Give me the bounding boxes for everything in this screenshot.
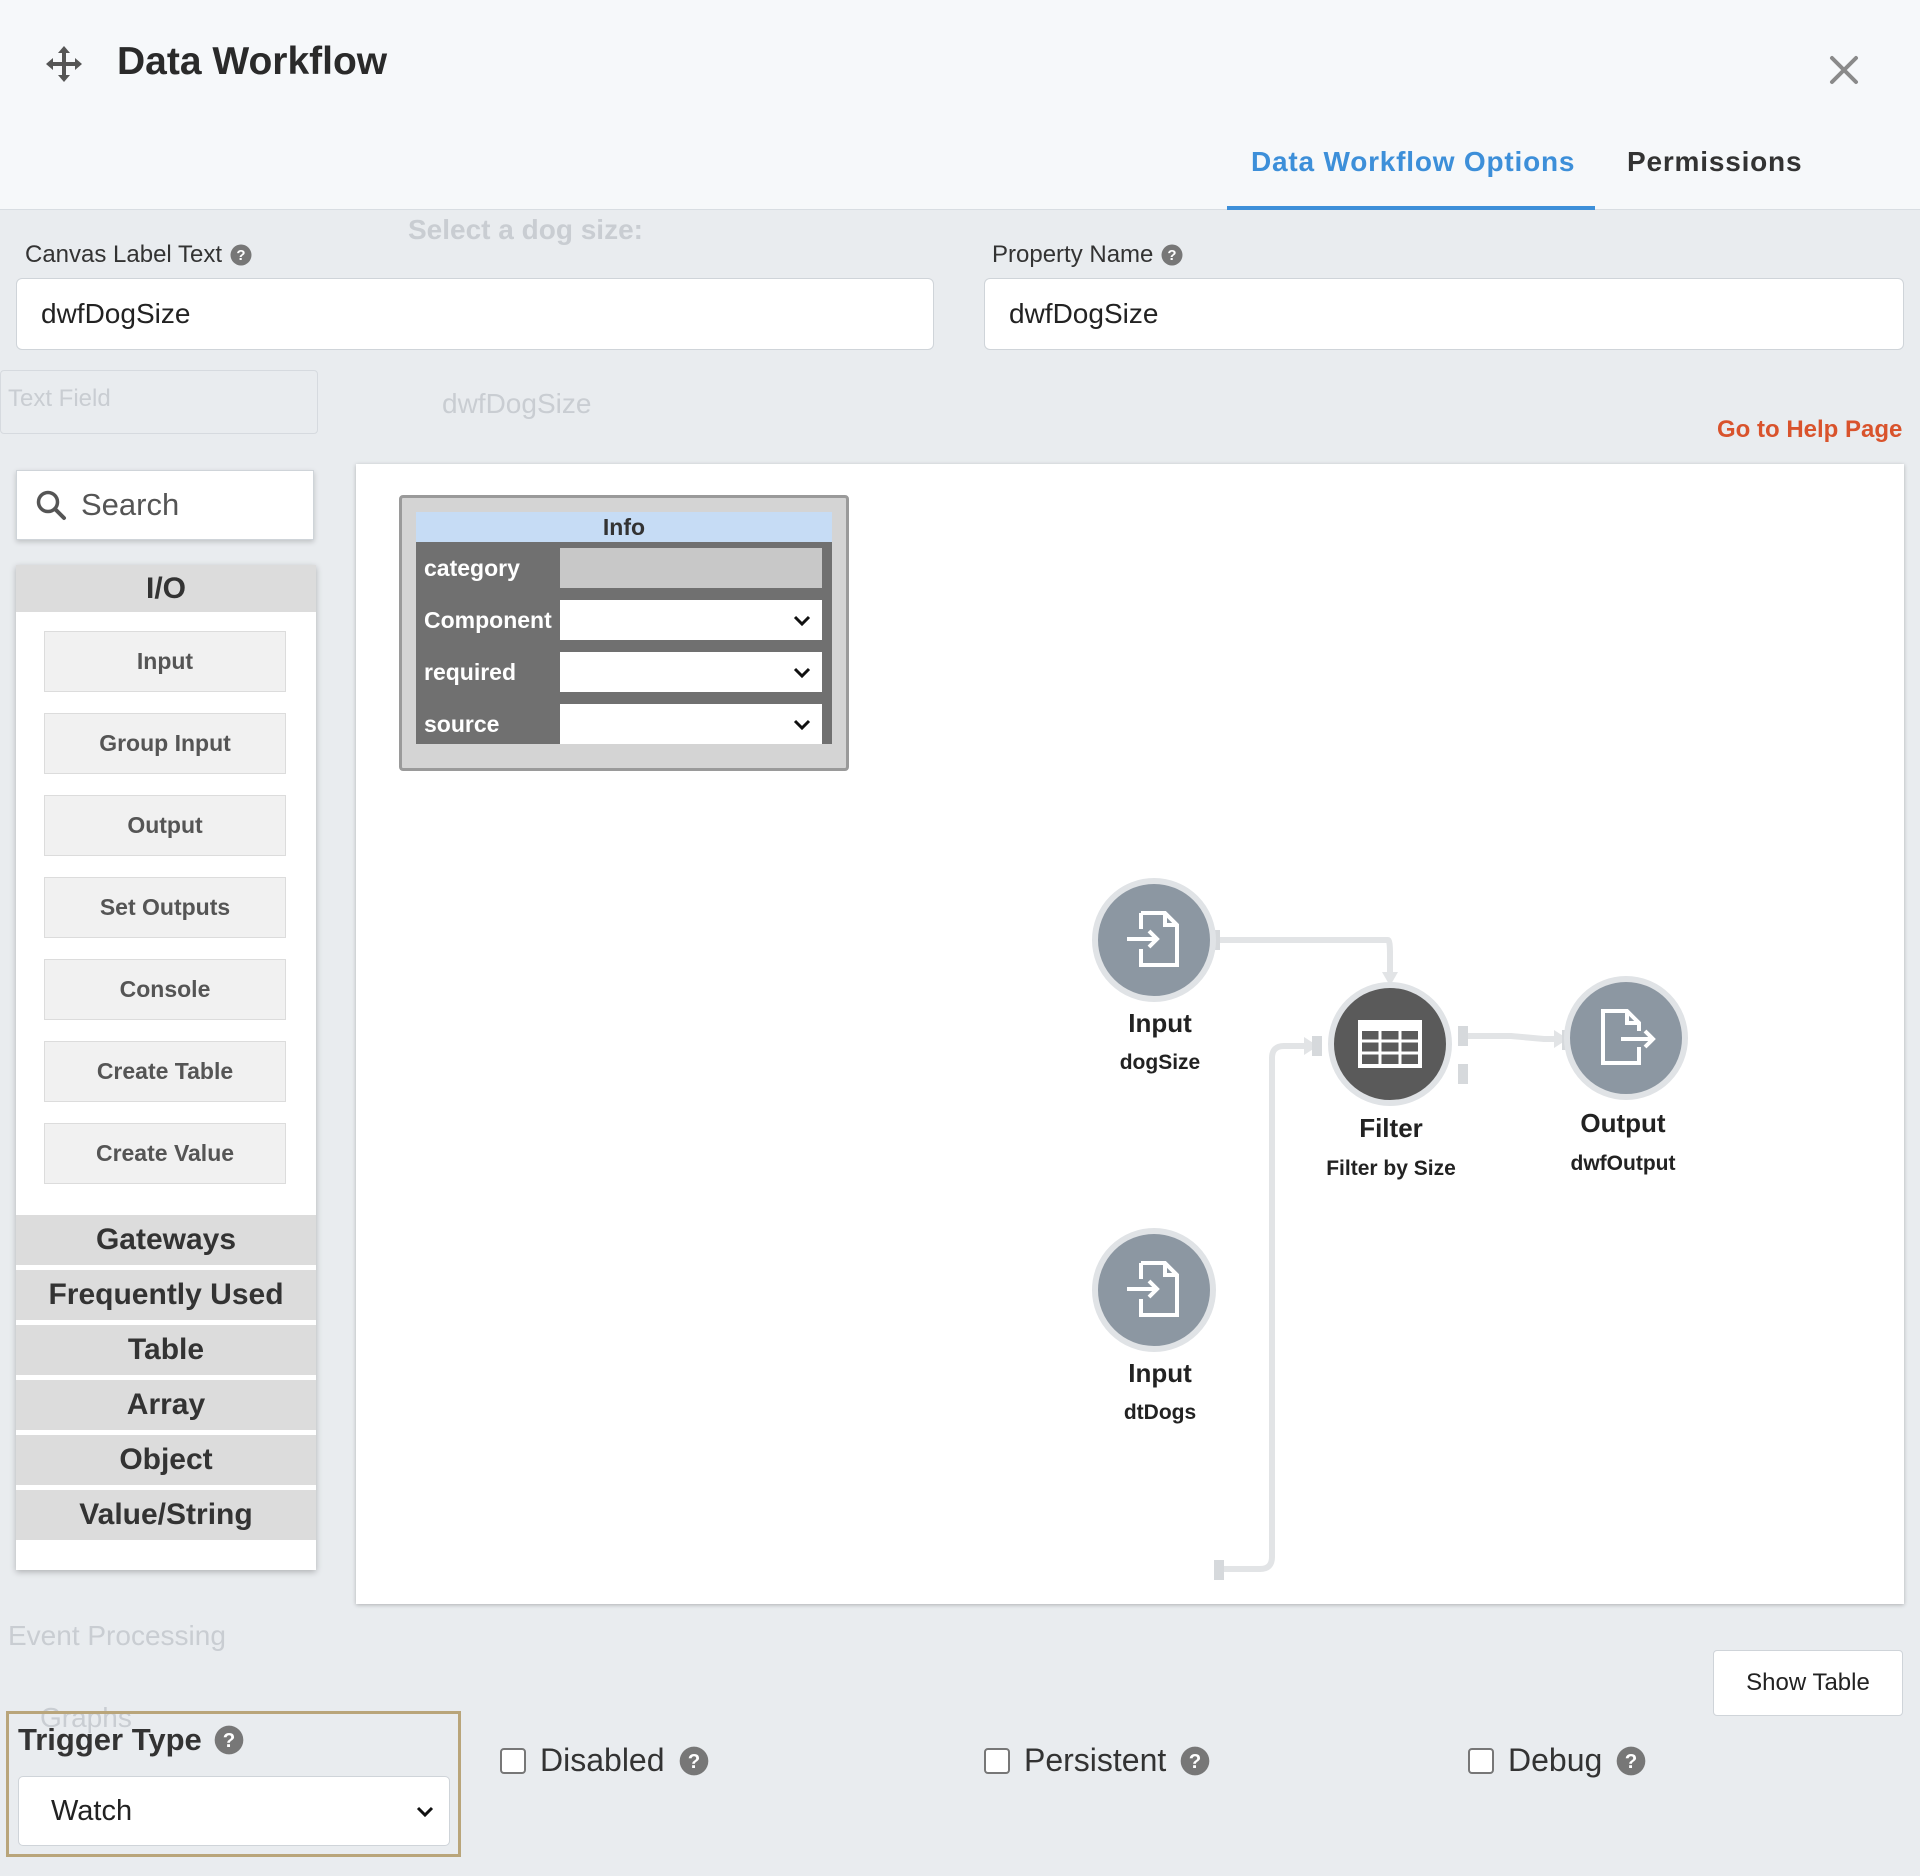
help-icon[interactable]: ? xyxy=(1180,1746,1210,1776)
modal-header: Data Workflow Data Workflow Options Perm… xyxy=(0,0,1920,210)
table-icon xyxy=(1358,1020,1422,1068)
modal-title: Data Workflow xyxy=(117,40,388,83)
svg-text:?: ? xyxy=(236,247,245,264)
chevron-down-icon xyxy=(416,1806,434,1818)
node-title: Output xyxy=(1580,1108,1666,1138)
canvas-label-text-input[interactable]: dwfDogSize xyxy=(16,278,934,350)
svg-text:?: ? xyxy=(687,1749,699,1772)
search-placeholder: Search xyxy=(81,487,180,522)
node-subtitle: dwfOutput xyxy=(1570,1152,1676,1175)
help-icon[interactable]: ? xyxy=(1616,1746,1646,1776)
svg-text:?: ? xyxy=(223,1729,235,1752)
background-text-field-label: Text Field xyxy=(8,385,111,412)
active-tab-indicator xyxy=(1227,206,1595,210)
background-dog-size-label: Select a dog size: xyxy=(408,214,643,245)
close-icon[interactable] xyxy=(1826,52,1862,88)
input-file-icon xyxy=(1127,911,1179,967)
block-set-outputs[interactable]: Set Outputs xyxy=(44,877,286,938)
help-icon[interactable]: ? xyxy=(230,244,252,266)
tab-data-workflow-options[interactable]: Data Workflow Options xyxy=(1251,146,1575,178)
canvas-label-text-caption: Canvas Label Text xyxy=(25,241,223,268)
workflow-canvas[interactable]: Info category Component required source xyxy=(356,464,1904,1604)
input-file-icon xyxy=(1127,1261,1179,1317)
node-title: Filter xyxy=(1359,1113,1423,1143)
trigger-type-value: Watch xyxy=(51,1794,133,1827)
property-name-label: Property Name ? xyxy=(992,241,1183,269)
trigger-type-label: Trigger Type ? xyxy=(18,1722,244,1758)
persistent-checkbox[interactable] xyxy=(984,1747,1010,1774)
block-create-value[interactable]: Create Value xyxy=(44,1123,286,1184)
help-icon[interactable]: ? xyxy=(214,1725,244,1755)
block-group-input[interactable]: Group Input xyxy=(44,713,286,774)
category-io[interactable]: I/O xyxy=(16,565,316,617)
help-icon[interactable]: ? xyxy=(679,1746,709,1776)
node-subtitle: dogSize xyxy=(1119,1051,1201,1074)
go-to-help-page-link[interactable]: Go to Help Page xyxy=(1717,416,1902,444)
move-icon[interactable] xyxy=(44,44,84,84)
background-dwf-label: dwfDogSize xyxy=(442,388,592,419)
category-list: Gateways Frequently Used Table Array Obj… xyxy=(16,1215,316,1545)
palette-search-input[interactable]: Search xyxy=(16,470,314,540)
node-subtitle: Filter by Size xyxy=(1326,1157,1456,1180)
debug-label: Debug xyxy=(1508,1742,1603,1778)
category-table[interactable]: Table xyxy=(16,1325,316,1380)
trigger-type-caption: Trigger Type xyxy=(18,1722,202,1757)
disabled-checkbox[interactable] xyxy=(500,1747,526,1774)
persistent-label: Persistent xyxy=(1024,1742,1167,1778)
property-name-input[interactable]: dwfDogSize xyxy=(984,278,1904,350)
node-title: Input xyxy=(1128,1008,1192,1038)
category-gateways[interactable]: Gateways xyxy=(16,1215,316,1270)
block-console[interactable]: Console xyxy=(44,959,286,1020)
category-frequently-used[interactable]: Frequently Used xyxy=(16,1270,316,1325)
disabled-label: Disabled xyxy=(540,1742,665,1778)
filter-node[interactable] xyxy=(1328,982,1452,1106)
output-node[interactable] xyxy=(1564,976,1688,1100)
persistent-option: Persistent ? xyxy=(984,1742,1210,1779)
input-node-dtdogs[interactable] xyxy=(1092,1228,1216,1352)
category-object[interactable]: Object xyxy=(16,1435,316,1490)
block-input[interactable]: Input xyxy=(44,631,286,692)
help-icon[interactable]: ? xyxy=(1161,244,1183,266)
input-node-dogsize[interactable] xyxy=(1092,878,1216,1002)
trigger-type-select[interactable]: Watch xyxy=(18,1776,450,1846)
block-create-table[interactable]: Create Table xyxy=(44,1041,286,1102)
block-palette: I/O Input Group Input Output Set Outputs… xyxy=(16,565,316,1570)
search-icon xyxy=(36,490,66,520)
tab-permissions[interactable]: Permissions xyxy=(1627,146,1802,178)
svg-text:?: ? xyxy=(1625,1749,1637,1772)
debug-checkbox[interactable] xyxy=(1468,1747,1494,1774)
node-title: Input xyxy=(1128,1358,1192,1388)
background-event-processing: Event Processing xyxy=(8,1620,226,1651)
node-subtitle: dtDogs xyxy=(1123,1401,1197,1424)
svg-text:?: ? xyxy=(1168,247,1177,264)
block-output[interactable]: Output xyxy=(44,795,286,856)
io-block-list: Input Group Input Output Set Outputs Con… xyxy=(16,617,316,1215)
svg-text:?: ? xyxy=(1189,1749,1201,1772)
disabled-option: Disabled ? xyxy=(500,1742,709,1779)
debug-option: Debug ? xyxy=(1468,1742,1646,1779)
show-table-button[interactable]: Show Table xyxy=(1713,1650,1903,1716)
output-file-icon xyxy=(1601,1009,1656,1065)
category-value-string[interactable]: Value/String xyxy=(16,1490,316,1545)
property-name-caption: Property Name xyxy=(992,241,1154,268)
category-array[interactable]: Array xyxy=(16,1380,316,1435)
canvas-label-text-label: Canvas Label Text ? xyxy=(25,241,252,269)
